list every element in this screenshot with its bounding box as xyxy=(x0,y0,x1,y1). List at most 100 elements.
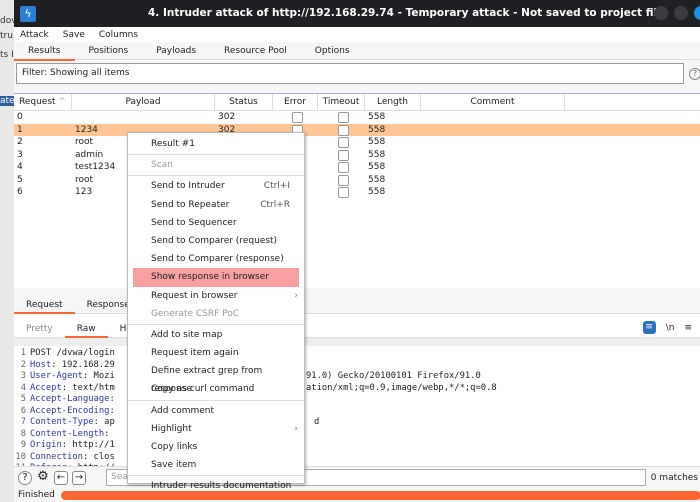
cell-length: 558 xyxy=(368,149,386,160)
col-status[interactable]: Status xyxy=(215,94,273,110)
table-row[interactable]: 1 1234 302 558 xyxy=(14,123,700,137)
cell-length: 558 xyxy=(368,124,386,135)
cell-request: 1 xyxy=(17,124,23,135)
message-tabs: Request Response xyxy=(14,296,700,314)
line-number: 7 xyxy=(20,417,26,427)
wrap-icon[interactable]: ≡ xyxy=(642,321,656,334)
tab-payloads[interactable]: Payloads xyxy=(142,42,210,60)
request-editor[interactable]: 1 POST /dvwa/login 2 Host: 192.168.29 3 User-… xyxy=(14,346,700,475)
menu-item-scan[interactable]: Scan xyxy=(128,156,304,174)
results-table: Request ^ Payload Status Error Timeout L… xyxy=(14,93,700,288)
maximize-button[interactable] xyxy=(674,6,688,20)
cell-comment xyxy=(421,186,565,199)
table-row[interactable]: 2 root 558 xyxy=(14,136,700,149)
line-number: 6 xyxy=(20,405,26,416)
error-checkbox[interactable] xyxy=(291,112,303,123)
menu-bar: Attack Save Columns xyxy=(14,27,700,42)
timeout-checkbox[interactable] xyxy=(337,187,349,198)
menu-item-send-to-repeater[interactable]: Send to Repeater Ctrl+R xyxy=(128,196,304,214)
table-row[interactable]: 0 302 558 xyxy=(14,111,700,124)
cell-request: 0 xyxy=(17,112,23,122)
col-error[interactable]: Error xyxy=(273,94,318,110)
table-row[interactable]: 6 123 558 xyxy=(14,186,700,199)
timeout-checkbox[interactable] xyxy=(337,162,349,173)
cell-request: 6 xyxy=(17,187,23,197)
status-bar: Finished xyxy=(14,488,700,502)
menu-item-copy-as-curl-command[interactable]: Copy as curl command xyxy=(128,380,304,398)
search-bar: ? ⚙ ← → Sea 0 matches xyxy=(14,466,700,488)
chevron-right-icon: › xyxy=(294,290,298,301)
menu-item-intruder-results-documentation[interactable]: Intruder results documentation xyxy=(128,477,304,495)
help-icon[interactable]: ? xyxy=(18,470,32,485)
col-payload[interactable]: Payload xyxy=(72,94,215,110)
minimize-button[interactable] xyxy=(654,6,668,20)
cell-comment xyxy=(421,174,565,187)
table-row[interactable]: 3 admin 558 xyxy=(14,149,700,162)
close-button[interactable] xyxy=(694,6,700,20)
cell-status: 302 xyxy=(218,112,236,122)
menu-save[interactable]: Save xyxy=(63,30,85,40)
menu-item-save-item[interactable]: Save item xyxy=(128,456,304,474)
cell-timeout xyxy=(318,161,365,174)
header-value: : http://1 xyxy=(61,440,115,450)
filter-bar[interactable]: Filter: Showing all items xyxy=(16,63,684,84)
cell-length: 558 xyxy=(368,174,386,185)
header-value: : text/htm xyxy=(61,382,115,393)
tab-request[interactable]: Request xyxy=(14,296,75,314)
table-row[interactable]: 4 test1234 558 xyxy=(14,161,700,174)
menu-attack[interactable]: Attack xyxy=(20,30,49,40)
timeout-checkbox[interactable] xyxy=(337,112,349,123)
forward-arrow-icon[interactable]: → xyxy=(72,470,86,485)
menu-item-define-extract-grep-from-response[interactable]: Define extract grep from response xyxy=(128,362,304,394)
tab-positions[interactable]: Positions xyxy=(75,42,143,60)
menu-item-add-to-site-map[interactable]: Add to site map xyxy=(128,326,304,344)
header-value: : xyxy=(109,405,115,416)
menu-item-send-to-sequencer[interactable]: Send to Sequencer xyxy=(128,214,304,232)
help-icon[interactable]: ? xyxy=(689,68,700,80)
cell-comment xyxy=(421,124,565,137)
col-comment[interactable]: Comment xyxy=(421,94,565,110)
menu-item-label: Highlight xyxy=(151,423,192,434)
menu-separator xyxy=(128,323,304,325)
menu-item-generate-csrf-poc[interactable]: Generate CSRF PoC xyxy=(128,305,304,323)
col-length[interactable]: Length xyxy=(365,94,421,110)
menu-item-copy-links[interactable]: Copy links xyxy=(128,438,304,456)
menu-item-label: Generate CSRF PoC xyxy=(151,308,240,319)
menu-icon[interactable]: ≡ xyxy=(684,323,692,333)
timeout-checkbox[interactable] xyxy=(337,124,349,136)
col-request[interactable]: Request ^ xyxy=(14,94,72,110)
menu-item-send-to-intruder[interactable]: Send to Intruder Ctrl+I xyxy=(128,177,304,195)
gear-icon[interactable]: ⚙ xyxy=(36,470,50,485)
menu-item-send-to-comparer-response[interactable]: Send to Comparer (response) xyxy=(128,250,304,268)
table-row[interactable]: 5 root 558 xyxy=(14,174,700,187)
menu-item-show-response-in-browser[interactable]: Show response in browser xyxy=(133,268,299,287)
line-number: 10 xyxy=(15,451,26,462)
view-tabs: Pretty Raw He xyxy=(14,320,700,338)
cell-comment xyxy=(421,149,565,162)
menu-item-request-in-browser[interactable]: Request in browser › xyxy=(128,287,304,305)
menu-item-highlight[interactable]: Highlight › xyxy=(128,420,304,438)
tab-raw[interactable]: Raw xyxy=(64,320,108,338)
code-line: 9 Origin: http://1 xyxy=(14,440,700,452)
menu-item-send-to-comparer-request[interactable]: Send to Comparer (request) xyxy=(128,232,304,250)
menu-item-result-1[interactable]: Result #1 xyxy=(128,135,304,153)
shortcut: Ctrl+R xyxy=(260,199,290,210)
menu-columns[interactable]: Columns xyxy=(99,30,138,40)
back-arrow-icon[interactable]: ← xyxy=(54,470,68,485)
header-name: Connection xyxy=(30,451,83,462)
cell-length: 558 xyxy=(368,112,386,122)
tab-results[interactable]: Results xyxy=(14,42,75,61)
tab-options[interactable]: Options xyxy=(301,42,364,60)
timeout-checkbox[interactable] xyxy=(337,149,349,161)
timeout-checkbox[interactable] xyxy=(337,174,349,186)
cell-comment xyxy=(421,161,565,174)
menu-separator xyxy=(128,475,304,477)
menu-item-request-item-again[interactable]: Request item again xyxy=(128,344,304,362)
header-tail: 91.0) Gecko/20100101 Firefox/91.0 xyxy=(306,371,481,381)
newline-toggle[interactable]: \n xyxy=(666,323,675,333)
col-timeout[interactable]: Timeout xyxy=(318,94,365,110)
tab-resource-pool[interactable]: Resource Pool xyxy=(210,42,301,60)
timeout-checkbox[interactable] xyxy=(337,137,349,148)
menu-item-add-comment[interactable]: Add comment xyxy=(128,402,304,420)
tab-pretty[interactable]: Pretty xyxy=(14,320,65,337)
